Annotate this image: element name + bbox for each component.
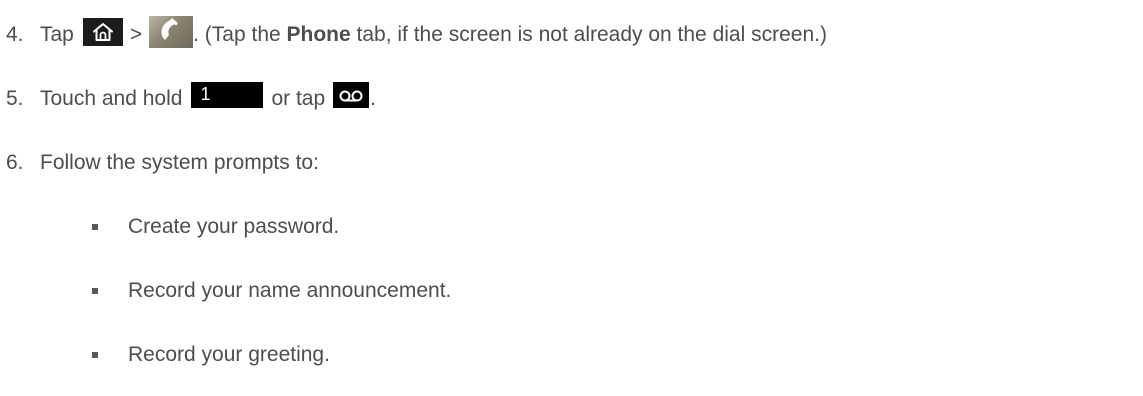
phone-tab-label: Phone [286, 23, 351, 46]
step-text: . (Tap the [193, 23, 287, 46]
step-text: Tap [40, 23, 74, 46]
bullet-icon [92, 352, 98, 358]
key-label: 1 [200, 84, 211, 104]
bullet-icon [92, 288, 98, 294]
step-text: Touch and hold [40, 87, 183, 110]
step-text: Follow the system prompts to: [40, 151, 319, 174]
step-text: or tap [271, 87, 326, 110]
step-number: 5. [6, 87, 24, 110]
list-item-text: Create your password. [128, 215, 340, 238]
step-number: 4. [6, 23, 24, 46]
step-number: 6. [6, 151, 24, 174]
home-icon [82, 18, 123, 46]
step-6: 6. Follow the system prompts to: [6, 148, 319, 178]
voicemail-icon [333, 82, 370, 108]
step-text: . [370, 87, 376, 110]
list-item: Create your password. [92, 212, 339, 242]
list-item-text: Record your name announcement. [128, 279, 452, 302]
step-5: 5. Touch and hold 1 or tap . [6, 82, 376, 114]
bullet-icon [92, 224, 98, 230]
dialpad-key-1: 1 [191, 82, 264, 108]
list-item: Record your name announcement. [92, 276, 451, 306]
separator-text: > [129, 23, 143, 46]
list-item-text: Record your greeting. [128, 343, 330, 366]
phone-icon [149, 16, 194, 48]
list-item: Record your greeting. [92, 340, 330, 370]
step-4: 4. Tap > . (Tap the Phone tab, if the sc… [6, 16, 827, 50]
step-text: tab, if the screen is not already on the… [350, 23, 827, 46]
